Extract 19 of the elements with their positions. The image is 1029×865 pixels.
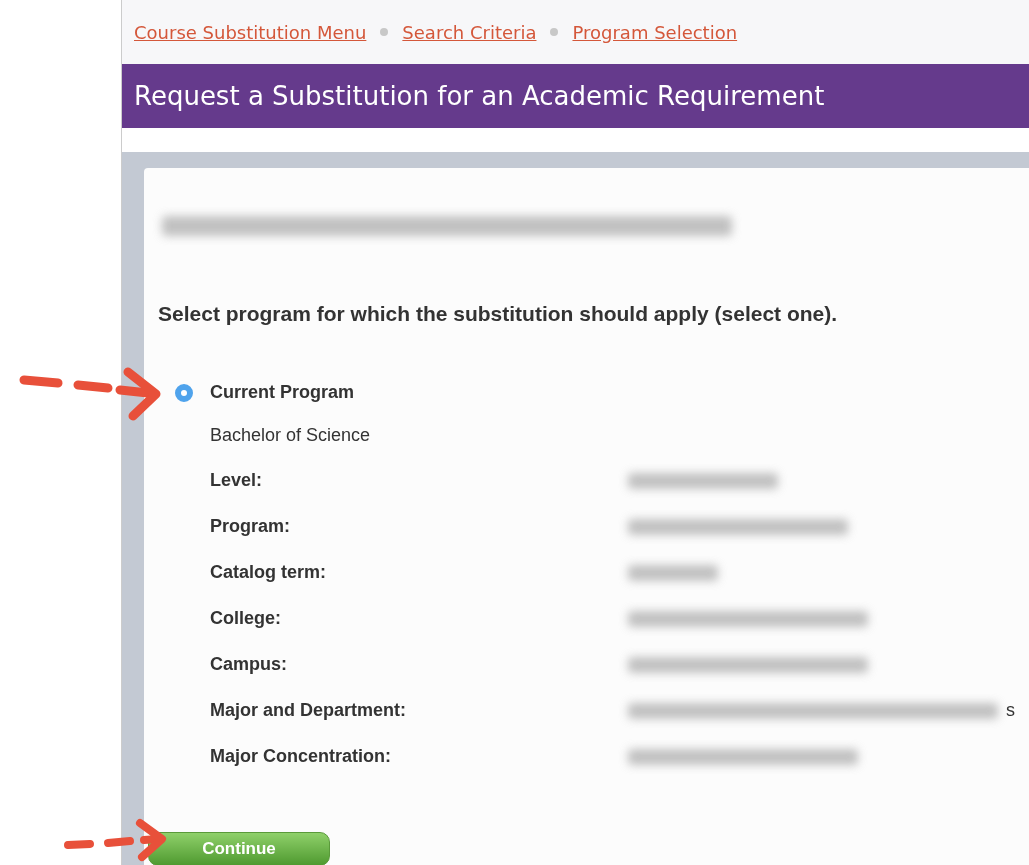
radio-button[interactable] xyxy=(175,383,193,402)
field-label: Major Concentration: xyxy=(210,746,392,767)
field-value: s xyxy=(1006,700,1015,721)
instruction-text: Select program for which the substitution should apply (select one). xyxy=(158,302,839,326)
breadcrumb-link[interactable]: Program Selection xyxy=(572,21,738,43)
continue-button[interactable]: Continue xyxy=(148,832,330,865)
field-label: Major and Department: xyxy=(210,700,408,721)
field-label: Program: xyxy=(210,516,291,537)
field-label: Campus: xyxy=(210,654,288,675)
field-label: College: xyxy=(210,608,282,629)
field-label: Level: xyxy=(210,470,264,491)
separator-dot xyxy=(550,28,559,36)
program-title: Current Program xyxy=(210,382,355,403)
breadcrumb-link[interactable]: Search Criteria xyxy=(402,21,537,43)
separator-dot xyxy=(380,28,389,36)
page-title: Request a Substitution for an Academic Requirement xyxy=(122,64,1029,128)
degree-text: Bachelor of Science xyxy=(210,425,372,446)
field-label: Catalog term: xyxy=(210,562,327,583)
breadcrumb-link[interactable]: Course Substitution Menu xyxy=(134,21,367,43)
